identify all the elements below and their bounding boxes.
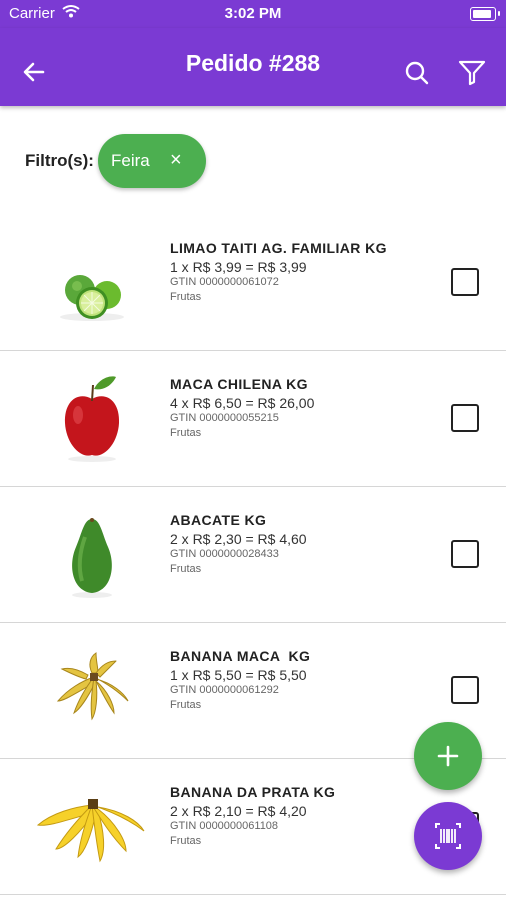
filter-icon[interactable] bbox=[458, 60, 486, 91]
item-price-calc: 2 x R$ 2,10 = R$ 4,20 bbox=[170, 803, 307, 819]
item-category: Frutas bbox=[170, 291, 202, 303]
item-name: ABACATE KG bbox=[170, 512, 267, 528]
item-name: BANANA MACA KG bbox=[170, 648, 311, 664]
item-checkbox[interactable] bbox=[451, 676, 479, 704]
item-gtin: GTIN 0000000055215 bbox=[170, 412, 279, 424]
item-price-calc: 2 x R$ 2,30 = R$ 4,60 bbox=[170, 531, 307, 547]
filter-label: Filtro(s): bbox=[25, 151, 94, 170]
apple-image bbox=[30, 371, 155, 466]
item-gtin: GTIN 0000000028433 bbox=[170, 548, 279, 560]
item-name: LIMAO TAITI AG. FAMILIAR KG bbox=[170, 240, 387, 256]
item-price-calc: 4 x R$ 6,50 = R$ 26,00 bbox=[170, 395, 315, 411]
item-price-calc: 1 x R$ 3,99 = R$ 3,99 bbox=[170, 259, 307, 275]
item-checkbox[interactable] bbox=[451, 268, 479, 296]
banana-prata-image bbox=[30, 779, 155, 874]
item-name: MACA CHILENA KG bbox=[170, 376, 308, 392]
item-category: Frutas bbox=[170, 427, 202, 439]
add-item-button[interactable] bbox=[414, 722, 482, 790]
status-bar: Carrier 3:02 PM bbox=[0, 0, 506, 28]
app-bar: Pedido #288 bbox=[0, 28, 506, 106]
item-price-calc: 1 x R$ 5,50 = R$ 5,50 bbox=[170, 667, 307, 683]
list-item[interactable]: MACA CHILENA KG 4 x R$ 6,50 = R$ 26,00 G… bbox=[0, 351, 506, 487]
filter-chip-feira[interactable]: Feira × bbox=[98, 134, 206, 188]
item-name: BANANA DA PRATA KG bbox=[170, 784, 336, 800]
barcode-icon bbox=[435, 823, 461, 849]
list-item[interactable]: ABACATE KG 2 x R$ 2,30 = R$ 4,60 GTIN 00… bbox=[0, 487, 506, 623]
item-category: Frutas bbox=[170, 563, 202, 575]
avocado-image bbox=[30, 507, 155, 602]
list-item[interactable]: LIMAO TAITI AG. FAMILIAR KG 1 x R$ 3,99 … bbox=[0, 215, 506, 351]
item-gtin: GTIN 0000000061108 bbox=[170, 820, 279, 832]
plus-icon bbox=[437, 745, 459, 767]
item-category: Frutas bbox=[170, 835, 202, 847]
battery-icon bbox=[470, 7, 500, 21]
search-icon[interactable] bbox=[404, 60, 430, 91]
item-checkbox[interactable] bbox=[451, 404, 479, 432]
filter-chip-label: Feira bbox=[111, 151, 150, 170]
close-icon[interactable]: × bbox=[170, 149, 182, 172]
item-gtin: GTIN 0000000061292 bbox=[170, 684, 279, 696]
banana-maca-image bbox=[30, 643, 155, 738]
item-checkbox[interactable] bbox=[451, 540, 479, 568]
page-title: Pedido #288 bbox=[185, 50, 321, 76]
scan-barcode-button[interactable] bbox=[414, 802, 482, 870]
status-time: 3:02 PM bbox=[224, 5, 282, 22]
product-list: LIMAO TAITI AG. FAMILIAR KG 1 x R$ 3,99 … bbox=[0, 215, 506, 895]
item-gtin: GTIN 0000000061072 bbox=[170, 276, 279, 288]
item-category: Frutas bbox=[170, 699, 202, 711]
lime-image bbox=[30, 235, 155, 330]
